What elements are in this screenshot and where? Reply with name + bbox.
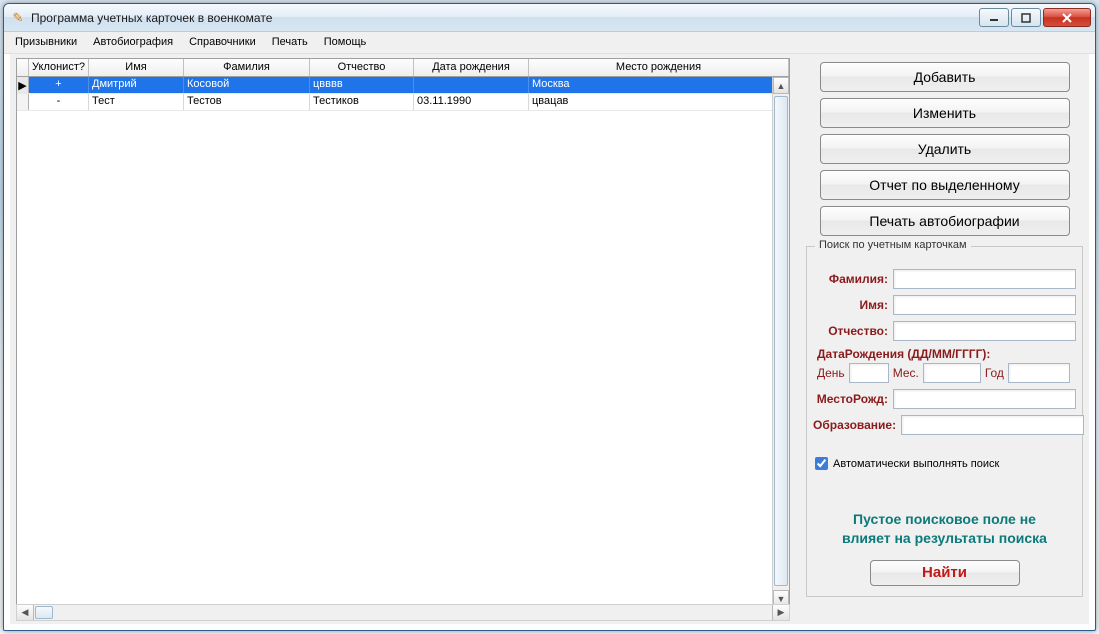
find-button[interactable]: Найти: [870, 560, 1020, 586]
menu-help[interactable]: Помощь: [316, 32, 375, 53]
maximize-button[interactable]: [1011, 8, 1041, 27]
input-day[interactable]: [849, 363, 889, 383]
cell-uklonist: -: [29, 94, 89, 110]
cell-name: Тест: [89, 94, 184, 110]
checkbox-auto-search[interactable]: [815, 457, 828, 470]
label-surname: Фамилия:: [813, 272, 893, 286]
cell-patronymic: цвввв: [310, 77, 414, 93]
add-button[interactable]: Добавить: [820, 62, 1070, 92]
label-education: Образование:: [813, 418, 901, 432]
report-selected-button[interactable]: Отчет по выделенному: [820, 170, 1070, 200]
scroll-track-horizontal[interactable]: [34, 605, 772, 620]
grid-header-surname[interactable]: Фамилия: [184, 59, 310, 76]
cell-surname: Тестов: [184, 94, 310, 110]
table-row[interactable]: -ТестТестовТестиков03.11.1990цвацав: [17, 94, 789, 111]
client-area: Уклонист? Имя Фамилия Отчество Дата рожд…: [10, 54, 1089, 624]
menu-autobiography[interactable]: Автобиография: [85, 32, 181, 53]
grid-header-selector: [17, 59, 29, 76]
grid-body: ▶+ДмитрийКосовойцввввМосква-ТестТестовТе…: [17, 77, 789, 111]
grid-header-birthplace[interactable]: Место рождения: [529, 59, 789, 76]
label-year: Год: [985, 366, 1004, 380]
right-panel: Добавить Изменить Удалить Отчет по выдел…: [800, 56, 1089, 624]
cell-patronymic: Тестиков: [310, 94, 414, 110]
window-title: Программа учетных карточек в военкомате: [31, 11, 977, 25]
grid-header-dob[interactable]: Дата рождения: [414, 59, 529, 76]
edit-button[interactable]: Изменить: [820, 98, 1070, 128]
grid-header-uklonist[interactable]: Уклонист?: [29, 59, 89, 76]
print-autobiography-button[interactable]: Печать автобиографии: [820, 206, 1070, 236]
app-window: ✎ Программа учетных карточек в военкомат…: [3, 3, 1096, 631]
menubar: Призывники Автобиография Справочники Печ…: [4, 32, 1095, 54]
search-group: Поиск по учетным карточкам Фамилия: Имя:…: [806, 246, 1083, 597]
input-patronymic[interactable]: [893, 321, 1076, 341]
label-birthplace: МестоРожд:: [813, 392, 893, 406]
label-day: День: [817, 366, 845, 380]
vertical-scrollbar[interactable]: ▲ ▼: [772, 77, 789, 607]
scroll-thumb-vertical[interactable]: [774, 96, 788, 586]
search-hint: Пустое поисковое поле не влияет на резул…: [813, 510, 1076, 548]
input-year[interactable]: [1008, 363, 1070, 383]
cell-birthplace: цвацав: [529, 94, 789, 110]
window-controls: [977, 8, 1091, 27]
titlebar: ✎ Программа учетных карточек в военкомат…: [4, 4, 1095, 32]
search-group-title: Поиск по учетным карточкам: [815, 239, 971, 251]
menu-conscripts[interactable]: Призывники: [7, 32, 85, 53]
scroll-right-button[interactable]: ▶: [772, 605, 789, 620]
label-patronymic: Отчество:: [813, 324, 893, 338]
input-education[interactable]: [901, 415, 1084, 435]
close-button[interactable]: [1043, 8, 1091, 27]
cell-uklonist: +: [29, 77, 89, 93]
scroll-left-button[interactable]: ◀: [17, 605, 34, 620]
menu-print[interactable]: Печать: [264, 32, 316, 53]
cell-dob: [414, 77, 529, 93]
grid-header-name[interactable]: Имя: [89, 59, 184, 76]
grid-header-patronymic[interactable]: Отчество: [310, 59, 414, 76]
input-month[interactable]: [923, 363, 981, 383]
app-icon: ✎: [10, 10, 26, 26]
data-grid[interactable]: Уклонист? Имя Фамилия Отчество Дата рожд…: [16, 58, 790, 608]
input-birthplace[interactable]: [893, 389, 1076, 409]
delete-button[interactable]: Удалить: [820, 134, 1070, 164]
input-name[interactable]: [893, 295, 1076, 315]
horizontal-scrollbar[interactable]: ◀ ▶: [16, 604, 790, 621]
table-row[interactable]: ▶+ДмитрийКосовойцвввв Москва: [17, 77, 789, 94]
minimize-button[interactable]: [979, 8, 1009, 27]
input-surname[interactable]: [893, 269, 1076, 289]
grid-header-row: Уклонист? Имя Фамилия Отчество Дата рожд…: [17, 59, 789, 77]
cell-name: Дмитрий: [89, 77, 184, 93]
row-indicator: [17, 94, 29, 110]
search-hint-line2: влияет на результаты поиска: [813, 529, 1076, 548]
cell-birthplace: Москва: [529, 77, 789, 93]
label-dob-header: ДатаРождения (ДД/ММ/ГГГГ):: [817, 347, 1076, 361]
label-name: Имя:: [813, 298, 893, 312]
search-hint-line1: Пустое поисковое поле не: [813, 510, 1076, 529]
cell-surname: Косовой: [184, 77, 310, 93]
label-month: Мес.: [893, 366, 919, 380]
cell-dob: 03.11.1990: [414, 94, 529, 110]
row-indicator: ▶: [17, 77, 29, 93]
scroll-up-button[interactable]: ▲: [773, 77, 789, 94]
scroll-thumb-horizontal[interactable]: [35, 606, 53, 619]
menu-reference[interactable]: Справочники: [181, 32, 264, 53]
label-auto-search[interactable]: Автоматически выполнять поиск: [833, 458, 999, 470]
